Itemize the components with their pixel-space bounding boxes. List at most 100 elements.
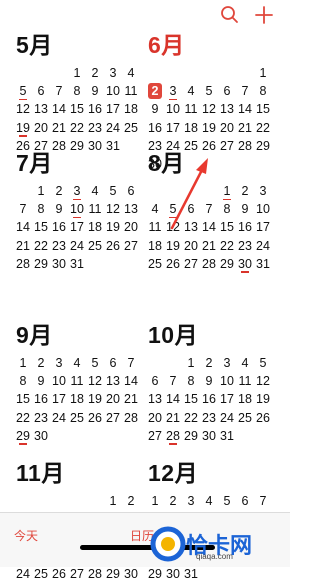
day-cell[interactable]: 5 [164,200,182,219]
day-cell[interactable]: 19 [200,119,218,137]
day-cell[interactable]: 1 [218,182,236,201]
day-cell[interactable]: 21 [122,390,140,408]
day-cell[interactable]: 1 [104,492,122,510]
day-cell[interactable]: 2 [164,492,182,510]
day-cell[interactable]: 22 [182,409,200,427]
day-cell[interactable]: 13 [146,390,164,408]
day-cell[interactable]: 4 [200,492,218,510]
day-cell[interactable]: 22 [254,119,272,137]
day-cell[interactable]: 8 [14,372,32,390]
day-cell[interactable]: 1 [14,354,32,372]
day-cell[interactable]: 21 [164,409,182,427]
day-cell[interactable]: 16 [236,218,254,236]
day-cell[interactable]: 6 [236,492,254,510]
month-may[interactable]: 5月 1 2 3 4 5 6 7 8 9 10 11 12 13 14 15 16 17 18 19 20 21 22 23… [14,32,150,155]
day-cell[interactable]: 4 [86,182,104,200]
day-cell[interactable]: 25 [122,119,140,137]
day-cell[interactable]: 15 [218,218,236,236]
day-cell[interactable]: 27 [182,255,200,273]
day-cell[interactable]: 11 [146,218,164,236]
day-cell[interactable]: 7 [236,82,254,100]
day-cell[interactable]: 16 [32,390,50,408]
day-cell[interactable]: 21 [14,237,32,255]
day-cell[interactable]: 3 [218,354,236,372]
day-cell[interactable]: 23 [86,119,104,137]
day-cell[interactable]: 25 [146,255,164,273]
day-cell[interactable]: 7 [50,82,68,100]
day-cell[interactable]: 3 [68,182,86,201]
day-cell[interactable]: 1 [146,492,164,510]
day-cell[interactable]: 25 [32,565,50,583]
day-cell[interactable]: 10 [254,200,272,218]
day-cell[interactable]: 27 [104,409,122,427]
day-cell[interactable]: 27 [68,565,86,583]
day-cell[interactable]: 20 [104,390,122,408]
day-cell[interactable]: 24 [68,237,86,255]
day-cell[interactable]: 17 [104,100,122,118]
day-cell[interactable]: 10 [104,82,122,100]
day-cell[interactable]: 26 [104,237,122,255]
day-cell[interactable]: 30 [32,427,50,445]
day-cell[interactable]: 11 [122,82,140,100]
day-cell[interactable]: 30 [164,565,182,583]
day-cell[interactable]: 1 [68,64,86,82]
day-cell[interactable]: 12 [86,372,104,390]
day-cell[interactable]: 24 [218,409,236,427]
day-cell[interactable]: 2 [236,182,254,200]
day-cell[interactable]: 13 [122,200,140,218]
day-cell[interactable]: 7 [200,200,218,218]
day-cell[interactable]: 20 [182,237,200,255]
day-cell[interactable]: 28 [14,255,32,273]
day-cell[interactable]: 6 [104,354,122,372]
day-cell[interactable]: 6 [218,82,236,100]
day-cell[interactable]: 4 [146,200,164,218]
day-cell[interactable]: 26 [254,409,272,427]
day-cell[interactable]: 20 [122,218,140,236]
day-cell[interactable]: 19 [164,237,182,255]
month-august[interactable]: 8月 1 2 3 4 5 6 7 8 9 10 11 12 13 14 15 16 17 18 19 20 21 22 23… [146,150,282,274]
day-cell[interactable]: 6 [146,372,164,390]
day-cell[interactable]: 5 [86,354,104,372]
day-cell[interactable]: 18 [146,237,164,255]
day-cell[interactable]: 30 [200,427,218,445]
plus-icon[interactable] [252,4,276,26]
day-cell[interactable]: 3 [104,64,122,82]
search-icon[interactable] [218,4,242,26]
day-cell[interactable]: 30 [50,255,68,273]
day-cell[interactable]: 2 [122,492,140,510]
month-september[interactable]: 9月 1 2 3 4 5 6 7 8 9 10 11 12 13 14 15 16 17 18 19 20 21 22 23… [14,322,150,446]
day-cell[interactable]: 21 [50,119,68,137]
day-cell[interactable]: 14 [50,100,68,118]
day-cell[interactable]: 14 [164,390,182,408]
day-cell[interactable]: 19 [254,390,272,408]
day-cell[interactable]: 13 [32,100,50,118]
day-cell[interactable]: 22 [32,237,50,255]
day-cell[interactable]: 4 [182,82,200,100]
day-cell[interactable]: 28 [164,427,182,446]
day-cell[interactable]: 27 [122,237,140,255]
day-cell[interactable]: 17 [218,390,236,408]
day-cell[interactable]: 10 [164,100,182,118]
day-cell[interactable]: 4 [236,354,254,372]
day-cell[interactable]: 18 [122,100,140,118]
day-cell[interactable]: 30 [236,255,254,274]
day-cell[interactable]: 8 [218,200,236,218]
day-cell[interactable]: 30 [122,565,140,583]
day-cell[interactable]: 2 [32,354,50,372]
day-cell[interactable]: 12 [254,372,272,390]
day-cell[interactable]: 15 [68,100,86,118]
day-cell[interactable]: 22 [14,409,32,427]
day-cell[interactable]: 7 [122,354,140,372]
day-cell[interactable]: 26 [86,409,104,427]
day-cell[interactable]: 9 [236,200,254,218]
day-cell[interactable]: 24 [50,409,68,427]
day-cell[interactable]: 6 [122,182,140,200]
day-cell[interactable]: 26 [164,255,182,273]
day-cell[interactable]: 7 [254,492,272,510]
day-cell[interactable]: 26 [50,565,68,583]
day-cell[interactable]: 23 [236,237,254,255]
day-cell[interactable]: 29 [182,427,200,445]
day-cell[interactable]: 9 [146,100,164,118]
day-cell[interactable]: 18 [86,218,104,236]
day-cell[interactable]: 24 [14,565,32,583]
